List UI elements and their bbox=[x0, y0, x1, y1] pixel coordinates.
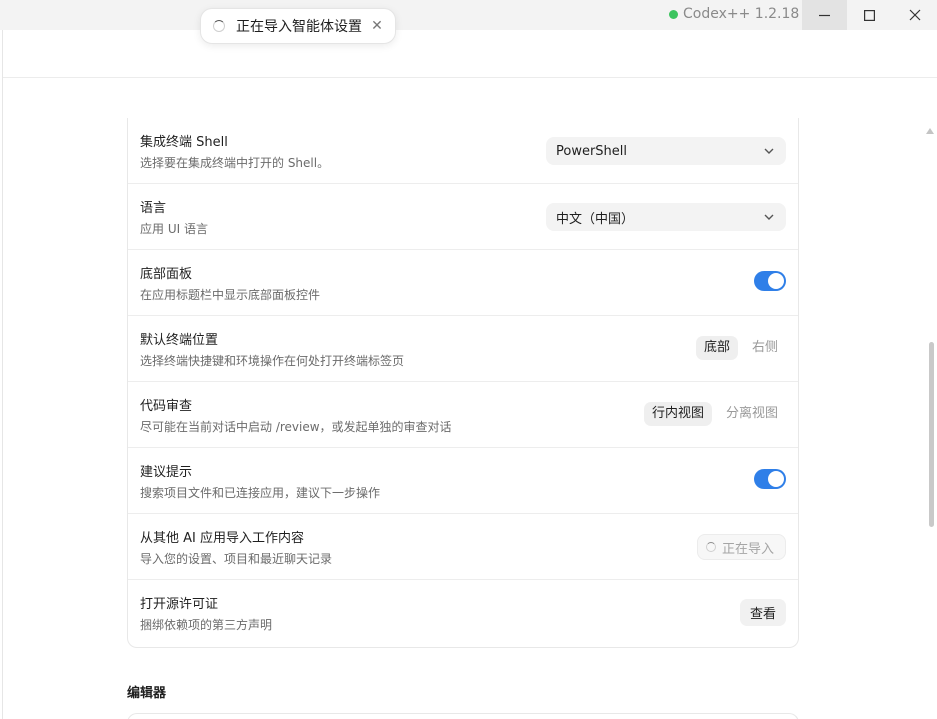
settings-card: 集成终端 Shell 选择要在集成终端中打开的 Shell。 PowerShel… bbox=[127, 118, 799, 648]
language-select-value: 中文（中国） bbox=[556, 211, 635, 227]
loading-spinner-icon bbox=[213, 20, 225, 32]
section-title-editor: 编辑器 bbox=[127, 686, 167, 701]
setting-row-bottom-panel: 底部面板 在应用标题栏中显示底部面板控件 bbox=[128, 250, 798, 316]
close-icon bbox=[909, 9, 920, 21]
setting-title: 从其他 AI 应用导入工作内容 bbox=[140, 531, 304, 546]
terminal-position-segmented: 底部 右侧 bbox=[696, 336, 786, 360]
segment-option-right[interactable]: 右侧 bbox=[744, 336, 786, 360]
setting-title: 语言 bbox=[140, 201, 167, 216]
chevron-down-icon bbox=[764, 214, 774, 220]
shell-select[interactable]: PowerShell bbox=[546, 137, 786, 165]
app-title: Codex++ 1.2.18 bbox=[669, 0, 799, 28]
setting-description: 搜索项目文件和已连接应用，建议下一步操作 bbox=[140, 486, 381, 500]
toggle-knob bbox=[768, 273, 784, 289]
status-dot-icon bbox=[669, 9, 678, 19]
title-bar: Codex++ 1.2.18 bbox=[0, 0, 937, 30]
import-toast: 正在导入智能体设置 ✕ bbox=[200, 8, 396, 44]
setting-description: 导入您的设置、项目和最近聊天记录 bbox=[140, 552, 333, 566]
toggle-knob bbox=[768, 471, 784, 487]
setting-description: 选择终端快捷键和环境操作在何处打开终端标签页 bbox=[140, 354, 405, 368]
view-licenses-button[interactable]: 查看 bbox=[740, 599, 786, 626]
maximize-button[interactable] bbox=[847, 0, 892, 30]
minimize-icon bbox=[819, 14, 830, 16]
setting-description: 捆绑依赖项的第三方声明 bbox=[140, 618, 273, 632]
setting-description: 选择要在集成终端中打开的 Shell。 bbox=[140, 156, 330, 170]
setting-row-language: 语言 应用 UI 语言 中文（中国） bbox=[128, 184, 798, 250]
scroll-up-icon[interactable] bbox=[926, 126, 934, 136]
scrollbar-thumb[interactable] bbox=[929, 342, 934, 527]
chevron-down-icon bbox=[764, 148, 774, 154]
code-review-segmented: 行内视图 分离视图 bbox=[644, 402, 786, 426]
language-select[interactable]: 中文（中国） bbox=[546, 203, 786, 231]
setting-row-import: 从其他 AI 应用导入工作内容 导入您的设置、项目和最近聊天记录 正在导入 bbox=[128, 514, 798, 580]
setting-title: 集成终端 Shell bbox=[140, 135, 228, 150]
setting-row-licenses: 打开源许可证 捆绑依赖项的第三方声明 查看 bbox=[128, 580, 798, 646]
setting-description: 尽可能在当前对话中启动 /review，或发起单独的审查对话 bbox=[140, 420, 452, 434]
importing-label: 正在导入 bbox=[722, 541, 775, 557]
setting-title: 建议提示 bbox=[140, 465, 193, 480]
bottom-panel-toggle[interactable] bbox=[754, 271, 786, 291]
setting-title: 打开源许可证 bbox=[140, 597, 219, 612]
editor-settings-card bbox=[127, 713, 799, 719]
loading-spinner-icon bbox=[706, 542, 716, 552]
setting-row-shell: 集成终端 Shell 选择要在集成终端中打开的 Shell。 PowerShel… bbox=[128, 118, 798, 184]
segment-option-inline[interactable]: 行内视图 bbox=[644, 402, 713, 426]
segment-option-split[interactable]: 分离视图 bbox=[718, 402, 786, 426]
setting-row-suggestions: 建议提示 搜索项目文件和已连接应用，建议下一步操作 bbox=[128, 448, 798, 514]
minimize-button[interactable] bbox=[802, 0, 847, 30]
importing-status-button: 正在导入 bbox=[697, 534, 786, 560]
suggestions-toggle[interactable] bbox=[754, 469, 786, 489]
setting-title: 代码审查 bbox=[140, 399, 193, 414]
setting-description: 应用 UI 语言 bbox=[140, 222, 208, 236]
setting-row-terminal-position: 默认终端位置 选择终端快捷键和环境操作在何处打开终端标签页 底部 右侧 bbox=[128, 316, 798, 382]
toast-text: 正在导入智能体设置 bbox=[236, 19, 362, 35]
close-window-button[interactable] bbox=[892, 0, 937, 30]
segment-option-bottom[interactable]: 底部 bbox=[696, 336, 739, 360]
setting-description: 在应用标题栏中显示底部面板控件 bbox=[140, 288, 321, 302]
setting-title: 默认终端位置 bbox=[140, 333, 219, 348]
app-title-text: Codex++ 1.2.18 bbox=[683, 6, 800, 22]
shell-select-value: PowerShell bbox=[556, 143, 628, 159]
setting-title: 底部面板 bbox=[140, 267, 193, 282]
header-strip bbox=[3, 30, 937, 78]
setting-row-code-review: 代码审查 尽可能在当前对话中启动 /review，或发起单独的审查对话 行内视图… bbox=[128, 382, 798, 448]
toast-close-icon[interactable]: ✕ bbox=[369, 18, 385, 34]
maximize-icon bbox=[864, 9, 875, 21]
